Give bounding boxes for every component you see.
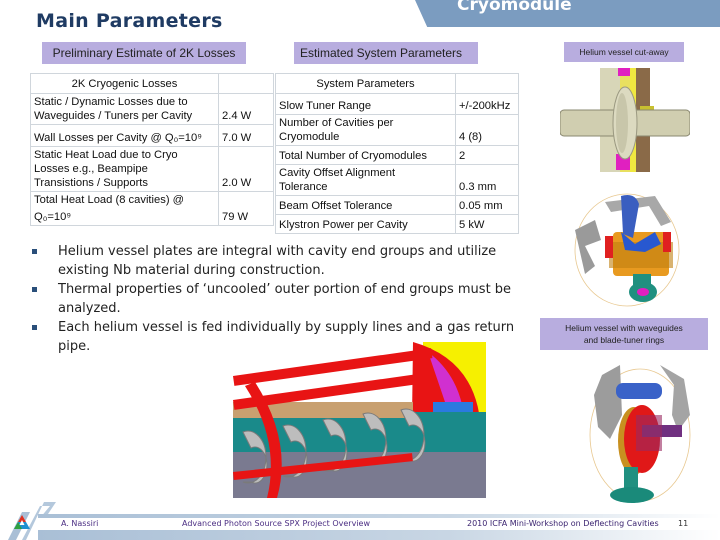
row-label: Static / Dynamic Losses due to Waveguide… — [30, 93, 219, 125]
table-header: 2K Cryogenic Losses — [30, 73, 219, 94]
table-header-row: System Parameters — [275, 73, 519, 94]
row-value: +/-200kHz — [455, 93, 519, 115]
page-number: 11 — [678, 519, 689, 528]
losses-caption: Preliminary Estimate of 2K Losses — [42, 42, 246, 64]
row-label: Beam Offset Tolerance — [275, 195, 456, 215]
row-label: Wall Losses per Cavity @ Q₀=10⁹ — [30, 124, 219, 147]
row-label-line: Static Heat Load due to Cryo — [34, 149, 178, 161]
row-value: 79 W — [218, 191, 274, 226]
row-label-line: Q₀=10⁹ — [34, 211, 72, 223]
row-label-line: Total Number of Cryomodules — [279, 150, 427, 162]
table-row: Klystron Power per Cavity 5 kW — [275, 214, 519, 234]
table-header-blank — [218, 73, 274, 94]
row-label-line: Transistions / Supports — [34, 177, 148, 189]
bullet-marker-icon — [32, 249, 37, 254]
row-label-line: Slow Tuner Range — [279, 100, 372, 112]
waveguide-image — [565, 182, 690, 310]
row-label-line: Klystron Power per Cavity — [279, 219, 408, 231]
bullet-text: Thermal properties of ‘uncooled’ outer p… — [58, 282, 512, 316]
bullet-item: Thermal properties of ‘uncooled’ outer p… — [30, 280, 530, 318]
argonne-logo-icon — [14, 515, 30, 529]
row-label-line: Number of Cavities per — [279, 117, 394, 129]
footer-workshop: 2010 ICFA Mini-Workshop on Deflecting Ca… — [467, 519, 659, 528]
bullet-item: Helium vessel plates are integral with c… — [30, 242, 530, 280]
row-label-line: Waveguides / Tuners per Cavity — [34, 110, 193, 122]
row-label: Static Heat Load due to Cryo Losses e.g.… — [30, 146, 219, 192]
section-tab: Cryomodule — [415, 0, 720, 27]
table-row: Number of Cavities per Cryomodule 4 (8) — [275, 114, 519, 146]
row-label: Klystron Power per Cavity — [275, 214, 456, 234]
row-label-line: Cavity Offset Alignment — [279, 167, 396, 179]
bullet-text: Helium vessel plates are integral with c… — [58, 244, 497, 278]
row-label: Total Number of Cryomodules — [275, 145, 456, 165]
cryomodule-image — [233, 342, 486, 498]
row-value: 5 kW — [455, 214, 519, 234]
bullet-marker-icon — [32, 325, 37, 330]
row-label: Total Heat Load (8 cavities) @ Q₀=10⁹ — [30, 191, 219, 226]
row-value: 7.0 W — [218, 124, 274, 147]
row-value: 0.05 mm — [455, 195, 519, 215]
row-value: 2.0 W — [218, 146, 274, 192]
row-value: 2.4 W — [218, 93, 274, 125]
row-value: 4 (8) — [455, 114, 519, 146]
table-row: Cavity Offset Alignment Tolerance 0.3 mm — [275, 164, 519, 196]
row-value: 2 — [455, 145, 519, 165]
row-label-line: Static / Dynamic Losses due to — [34, 96, 188, 108]
waveguide-caption-line2: and blade-tuner rings — [583, 335, 665, 345]
waveguide-caption: Helium vessel with waveguides and blade-… — [540, 318, 708, 350]
row-value: 0.3 mm — [455, 164, 519, 196]
blade-tuner-image — [580, 355, 700, 505]
row-label: Cavity Offset Alignment Tolerance — [275, 164, 456, 196]
row-label: Number of Cavities per Cryomodule — [275, 114, 456, 146]
row-label-line: Total Heat Load (8 cavities) @ — [34, 194, 185, 206]
table-row: Beam Offset Tolerance 0.05 mm — [275, 195, 519, 215]
footer-author: A. Nassiri — [61, 519, 99, 528]
cutaway-image — [560, 66, 690, 174]
table-row: Slow Tuner Range +/-200kHz — [275, 93, 519, 115]
table-row: Static / Dynamic Losses due to Waveguide… — [30, 93, 274, 125]
row-label-line: Losses e.g., Beampipe — [34, 163, 148, 175]
table-row: Wall Losses per Cavity @ Q₀=10⁹ 7.0 W — [30, 124, 274, 147]
losses-table: 2K Cryogenic Losses Static / Dynamic Los… — [30, 73, 274, 226]
waveguide-caption-line1: Helium vessel with waveguides — [565, 323, 683, 333]
row-label-line: Beam Offset Tolerance — [279, 200, 393, 212]
row-label-line: Tolerance — [279, 181, 328, 193]
table-row: Total Heat Load (8 cavities) @ Q₀=10⁹ 79… — [30, 191, 274, 226]
cutaway-caption: Helium vessel cut-away — [564, 42, 684, 62]
footer-project: Advanced Photon Source SPX Project Overv… — [182, 519, 371, 528]
table-row: Total Number of Cryomodules 2 — [275, 145, 519, 165]
bullet-list: Helium vessel plates are integral with c… — [30, 242, 530, 356]
table-header-row: 2K Cryogenic Losses — [30, 73, 274, 94]
table-header: System Parameters — [275, 73, 456, 94]
table-row: Static Heat Load due to Cryo Losses e.g.… — [30, 146, 274, 192]
row-label-line: Wall Losses per Cavity @ Q₀=10⁹ — [34, 132, 203, 144]
section-tab-label: Cryomodule — [457, 0, 572, 15]
system-caption: Estimated System Parameters — [294, 42, 478, 64]
page-title: Main Parameters — [36, 10, 223, 32]
bullet-marker-icon — [32, 287, 37, 292]
system-table: System Parameters Slow Tuner Range +/-20… — [275, 73, 519, 234]
row-label-line: Cryomodule — [279, 131, 340, 143]
table-header-blank — [455, 73, 519, 94]
row-label: Slow Tuner Range — [275, 93, 456, 115]
